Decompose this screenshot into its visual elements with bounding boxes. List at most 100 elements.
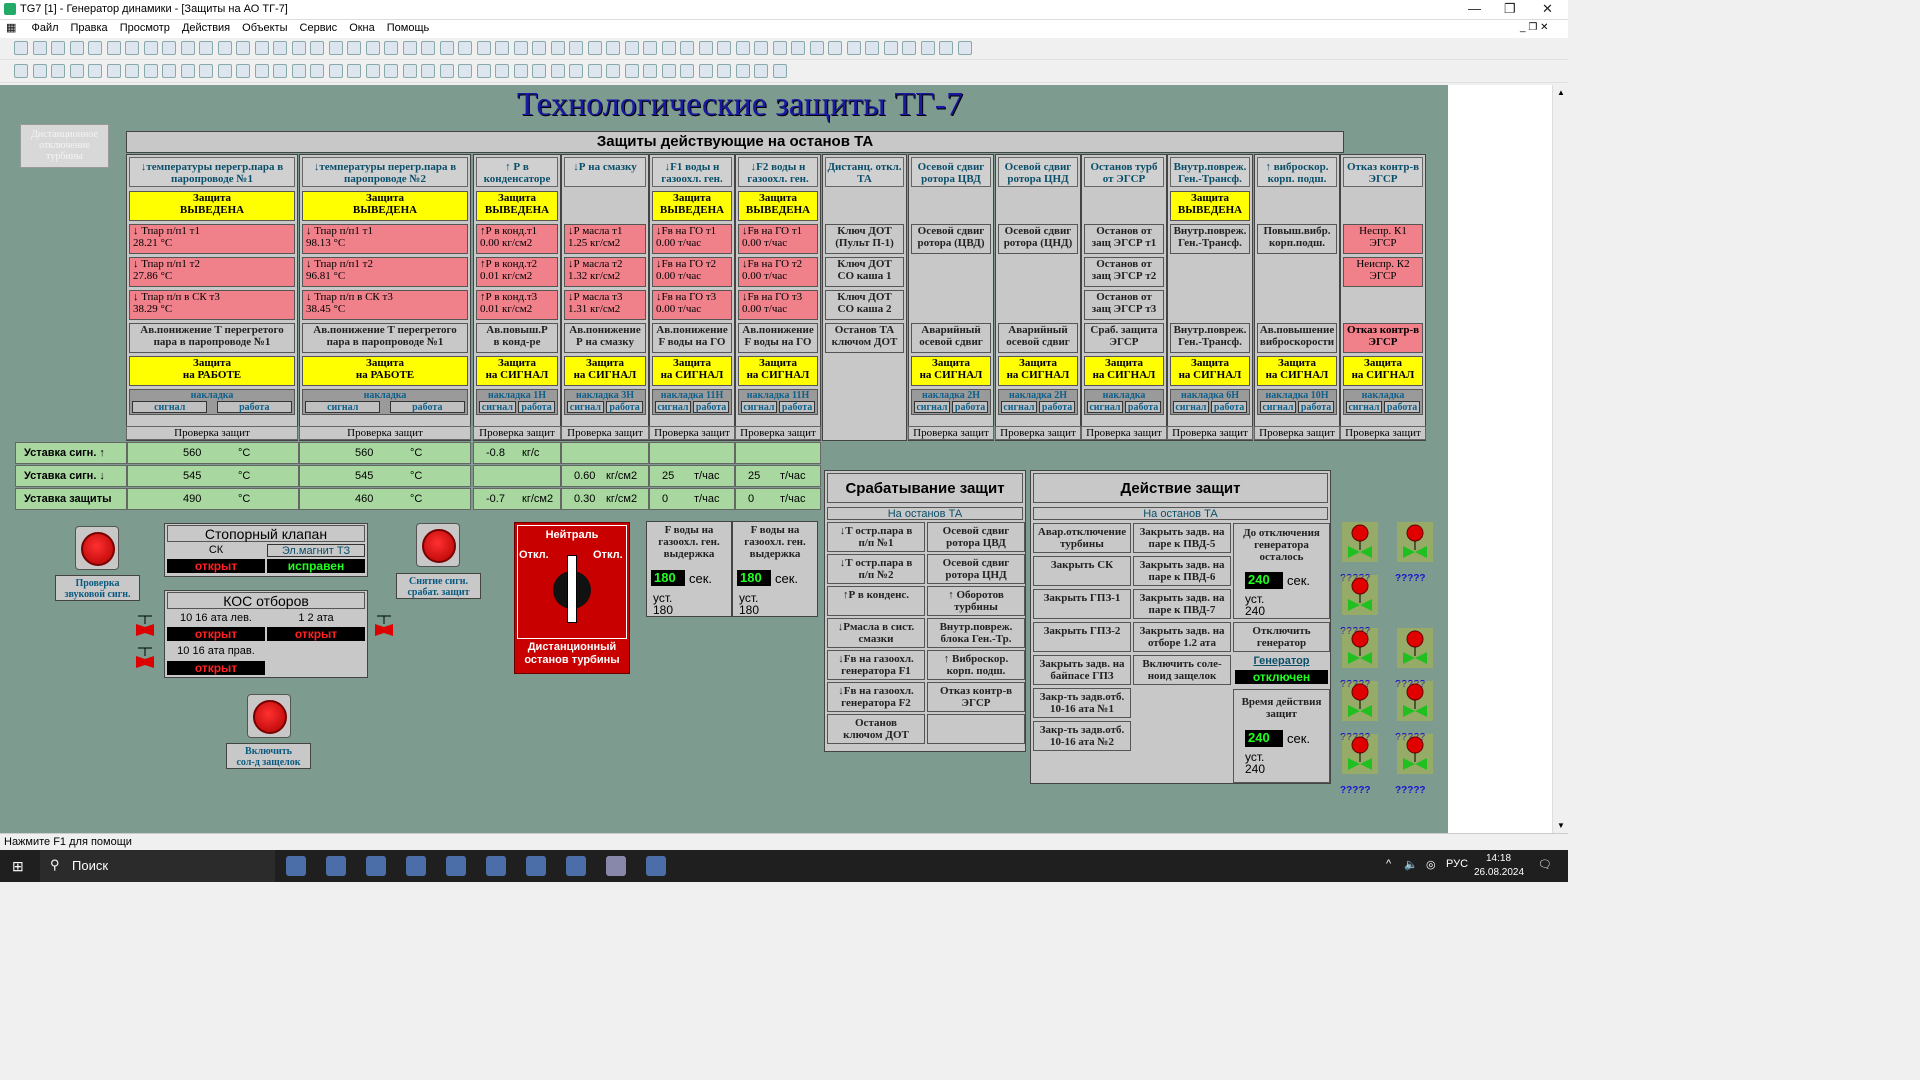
toolbar-button-icon[interactable] (254, 41, 269, 55)
work-button[interactable]: работа (1211, 401, 1247, 413)
toolbar-button-icon[interactable] (772, 41, 787, 55)
toolbar-button-icon[interactable] (236, 64, 250, 78)
clock-date[interactable]: 26.08.2024 (1474, 867, 1524, 878)
toolbar-button-icon[interactable] (717, 64, 731, 78)
toolbar-button-icon[interactable] (680, 64, 694, 78)
toolbar-button-icon[interactable] (458, 64, 472, 78)
toolbar-button-icon[interactable] (254, 64, 269, 78)
toolbar-button-icon[interactable] (476, 41, 491, 55)
toolbar-button-icon[interactable] (643, 64, 657, 78)
toolbar-button-icon[interactable] (162, 64, 176, 78)
remote-trip-button[interactable]: Дистанционное отключение турбины (20, 124, 109, 168)
toolbar-button-icon[interactable] (643, 41, 657, 55)
toolbar-button-icon[interactable] (661, 41, 676, 55)
signal-button[interactable]: сигнал (1346, 401, 1382, 413)
taskbar-app-icon[interactable] (646, 856, 666, 876)
check-protection-button[interactable]: Проверка защит (126, 426, 298, 440)
toolbar-button-icon[interactable] (920, 41, 935, 55)
menu-item[interactable]: Окна (343, 21, 381, 35)
notifications-icon[interactable]: 🗨 (1538, 858, 1552, 871)
toolbar-button-icon[interactable] (310, 64, 324, 78)
toolbar-button-icon[interactable] (939, 41, 953, 55)
doc-window-controls[interactable]: _ ❐ ✕ (1520, 22, 1548, 33)
toolbar-button-icon[interactable] (735, 64, 750, 78)
taskbar-app-icon[interactable] (526, 856, 546, 876)
toolbar-button-icon[interactable] (828, 41, 842, 55)
toolbar-button-icon[interactable] (476, 64, 491, 78)
taskbar-app-icon[interactable] (286, 856, 306, 876)
toolbar-button-icon[interactable] (421, 64, 435, 78)
toolbar-button-icon[interactable] (458, 41, 472, 55)
toolbar-button-icon[interactable] (550, 64, 565, 78)
signal-button[interactable]: сигнал (1087, 401, 1123, 413)
work-button[interactable]: работа (518, 401, 555, 413)
toolbar-button-icon[interactable] (883, 41, 898, 55)
toolbar-button-icon[interactable] (180, 41, 195, 55)
check-protection-button[interactable]: Проверка защит (1081, 426, 1167, 440)
sound-check-button[interactable] (75, 526, 119, 570)
toolbar-button-icon[interactable] (698, 64, 713, 78)
taskbar-app-icon[interactable] (566, 856, 586, 876)
toolbar-button-icon[interactable] (51, 41, 65, 55)
alarm-indicator[interactable]: ????? (1395, 734, 1433, 796)
valve-icon[interactable] (136, 646, 154, 668)
check-protection-button[interactable]: Проверка защит (1254, 426, 1340, 440)
toolbar-button-icon[interactable] (236, 41, 250, 55)
taskbar-app-icon[interactable] (366, 856, 386, 876)
work-button[interactable]: работа (1125, 401, 1161, 413)
toolbar-button-icon[interactable] (957, 41, 972, 55)
toolbar-button-icon[interactable] (180, 64, 195, 78)
toolbar-button-icon[interactable] (88, 64, 102, 78)
toolbar-button-icon[interactable] (291, 64, 306, 78)
toolbar-button-icon[interactable] (532, 64, 546, 78)
alarm-indicator[interactable]: ????? (1340, 681, 1378, 743)
check-protection-button[interactable]: Проверка защит (908, 426, 994, 440)
toolbar-button-icon[interactable] (310, 41, 324, 55)
toolbar-button-icon[interactable] (791, 41, 805, 55)
valve-icon[interactable] (136, 614, 154, 636)
toolbar-button-icon[interactable] (809, 41, 824, 55)
toolbar-button-icon[interactable] (754, 64, 768, 78)
toolbar-button-icon[interactable] (347, 64, 361, 78)
toolbar-button-icon[interactable] (199, 41, 213, 55)
toolbar-button-icon[interactable] (513, 41, 528, 55)
toolbar-button-icon[interactable] (328, 41, 343, 55)
toolbar-button-icon[interactable] (347, 41, 361, 55)
minimize-icon[interactable]: — (1468, 1, 1481, 16)
check-protection-button[interactable]: Проверка защит (473, 426, 561, 440)
clock-time[interactable]: 14:18 (1486, 853, 1511, 864)
signal-button[interactable]: сигнал (305, 401, 381, 413)
toolbar-button-icon[interactable] (106, 41, 121, 55)
toolbar-button-icon[interactable] (14, 41, 28, 55)
volume-icon[interactable]: 🔈 (1404, 858, 1418, 871)
taskbar-search[interactable]: ⚲ Поиск (40, 850, 275, 882)
check-protection-button[interactable]: Проверка защит (995, 426, 1081, 440)
toolbar-button-icon[interactable] (754, 41, 768, 55)
toolbar-button-icon[interactable] (624, 41, 639, 55)
toolbar-button-icon[interactable] (569, 64, 583, 78)
maximize-icon[interactable]: ❐ (1504, 1, 1516, 17)
check-protection-button[interactable]: Проверка защит (561, 426, 649, 440)
toolbar-button-icon[interactable] (402, 64, 417, 78)
toolbar-button-icon[interactable] (273, 41, 287, 55)
valve-icon[interactable] (375, 614, 393, 636)
toolbar-button-icon[interactable] (606, 64, 620, 78)
toolbar-button-icon[interactable] (624, 64, 639, 78)
work-button[interactable]: работа (1298, 401, 1334, 413)
toolbar-button-icon[interactable] (772, 64, 787, 78)
work-button[interactable]: работа (1039, 401, 1075, 413)
taskbar-app-icon[interactable] (406, 856, 426, 876)
check-protection-button[interactable]: Проверка защит (649, 426, 735, 440)
toolbar-button-icon[interactable] (661, 64, 676, 78)
scroll-up-icon[interactable]: ▲ (1557, 88, 1565, 97)
toolbar-button-icon[interactable] (846, 41, 861, 55)
language-indicator[interactable]: РУС (1446, 858, 1468, 870)
toolbar-button-icon[interactable] (88, 41, 102, 55)
menu-item[interactable]: Просмотр (114, 21, 176, 35)
toolbar-button-icon[interactable] (532, 41, 546, 55)
taskbar-app-icon[interactable] (326, 856, 346, 876)
signal-button[interactable]: сигнал (132, 401, 208, 413)
work-button[interactable]: работа (1384, 401, 1420, 413)
menu-item[interactable]: Помощь (381, 21, 436, 35)
work-button[interactable]: работа (693, 401, 729, 413)
